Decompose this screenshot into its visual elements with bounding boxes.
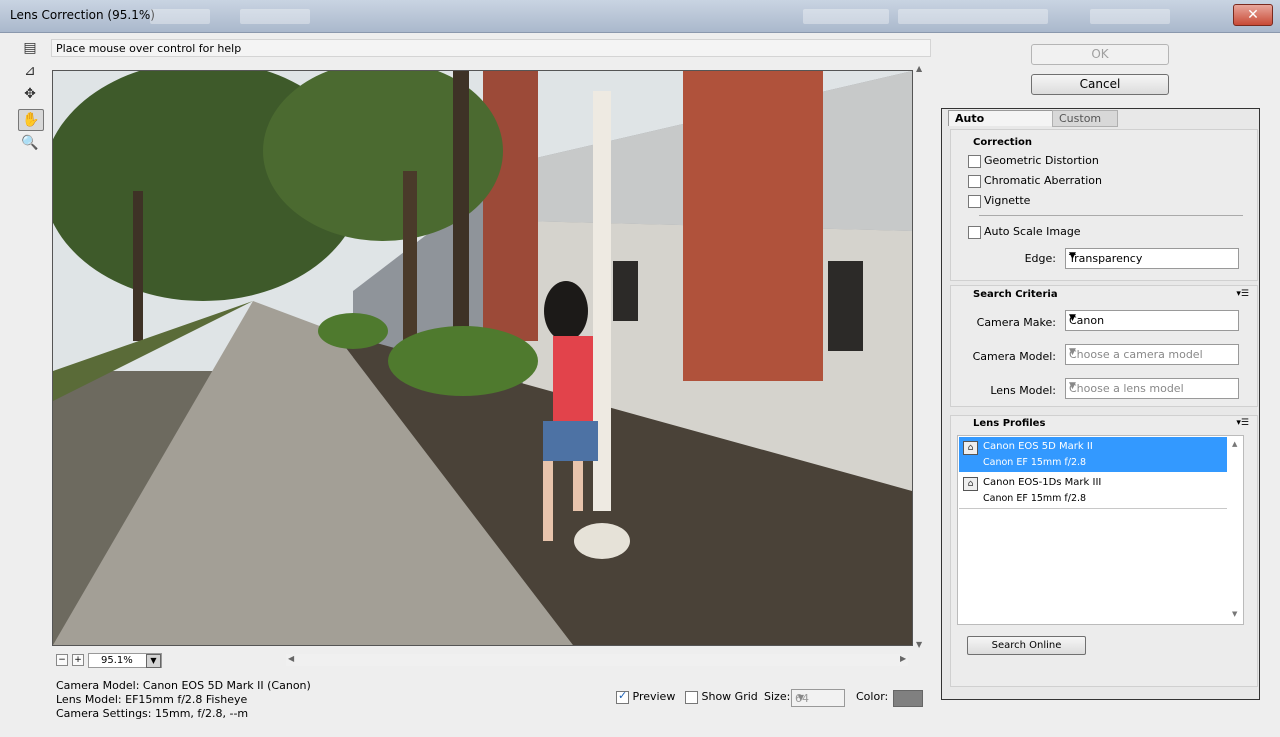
tab-auto-correction[interactable]: Auto Correction [948,110,1056,140]
chevron-down-icon[interactable]: ▼ [1069,251,1235,261]
zoom-out-button[interactable]: − [56,654,68,666]
checkbox[interactable] [968,225,981,239]
move-grid-icon[interactable]: ✥ [18,84,42,104]
edge-select[interactable]: Transparency ▼ [1065,248,1239,269]
cancel-button[interactable]: Cancel [1031,74,1169,95]
chromatic-aberration-label: Chromatic Aberration [984,174,1102,187]
preview-checkbox[interactable]: Preview [616,689,676,704]
grid-size-field[interactable]: 64 ▼ [791,689,845,707]
camera-model-label: Camera Model: [972,350,1056,363]
scroll-left-icon[interactable]: ◀ [288,654,294,663]
close-icon: ✕ [1247,7,1259,23]
lens-model-label: Lens Model: [990,384,1056,397]
preview-label: Preview [632,690,676,703]
chevron-down-icon[interactable]: ▼ [1069,347,1235,357]
list-item[interactable]: ⌂ Canon EOS 5D Mark II Canon EF 15mm f/2… [959,437,1227,472]
grid-color-label: Color: [856,690,889,703]
correction-panel: Auto Correction Custom Correction Geomet… [941,108,1260,700]
chevron-down-icon[interactable]: ▼ [1069,313,1235,323]
lens-profiles-title: Lens Profiles [973,418,1046,429]
auto-scale-checkbox[interactable]: Auto Scale Image [968,225,1081,239]
lens-profile-list[interactable]: ⌂ Canon EOS 5D Mark II Canon EF 15mm f/2… [957,435,1244,625]
show-grid-checkbox[interactable]: Show Grid [685,690,758,704]
lens-model-select[interactable]: Choose a lens model ▼ [1065,378,1239,399]
chromatic-aberration-checkbox[interactable]: Chromatic Aberration [968,174,1102,188]
chevron-down-icon[interactable]: ▼ [1069,381,1235,391]
camera-model-select[interactable]: Choose a camera model ▼ [1065,344,1239,365]
background-toolbar-ghost [240,9,310,24]
chevron-down-icon[interactable]: ▼ [795,691,807,705]
show-grid-label: Show Grid [701,690,758,703]
help-bar: Place mouse over control for help [51,39,931,57]
profile-camera: Canon EOS 5D Mark II [983,441,1093,452]
scroll-down-icon[interactable]: ▼ [1232,610,1237,618]
scroll-right-icon[interactable]: ▶ [900,654,906,663]
close-button[interactable]: ✕ [1233,4,1273,26]
preview-horizontal-scrollbar[interactable]: ◀ ▶ [286,654,908,666]
camera-make-label: Camera Make: [976,316,1056,329]
correction-section: Correction Geometric Distortion Chromati… [950,129,1258,281]
vignette-checkbox[interactable]: Vignette [968,194,1030,208]
panel-menu-icon[interactable]: ▾☰ [1236,418,1249,428]
camera-model-text: Camera Model: Canon EOS 5D Mark II (Cano… [56,679,311,692]
checkbox-checked[interactable] [616,689,629,704]
grid-size-label: Size: [764,690,791,703]
profile-lens: Canon EF 15mm f/2.8 [983,493,1087,504]
zoom-level-value: 95.1% [101,655,133,666]
background-toolbar-ghost [803,9,889,24]
checkbox[interactable] [968,194,981,208]
home-icon: ⌂ [963,477,978,491]
geometric-distortion-label: Geometric Distortion [984,154,1099,167]
preview-photo [53,71,912,645]
help-text: Place mouse over control for help [56,42,242,55]
ok-button[interactable]: OK [1031,44,1169,65]
search-online-button[interactable]: Search Online [967,636,1086,655]
panel-menu-icon[interactable]: ▾☰ [1236,289,1249,299]
grid-color-swatch[interactable] [893,690,923,707]
profile-camera: Canon EOS-1Ds Mark III [983,477,1102,488]
vignette-label: Vignette [984,194,1031,207]
scroll-down-icon[interactable]: ▼ [916,640,922,649]
checkbox[interactable] [968,154,981,168]
hand-icon[interactable]: ✋ [18,109,44,131]
background-toolbar-ghost [898,9,1048,24]
edge-label: Edge: [1024,252,1056,265]
lens-list-scrollbar[interactable]: ▲ ▼ [1230,436,1242,624]
scroll-up-icon[interactable]: ▲ [916,64,922,73]
title-bar: Lens Correction (95.1%) ✕ [0,0,1280,33]
scroll-up-icon[interactable]: ▲ [1232,440,1237,448]
straighten-icon[interactable]: ⊿ [18,61,42,81]
lens-model-text: Lens Model: EF15mm f/2.8 Fisheye [56,693,248,706]
search-criteria-title: Search Criteria [973,289,1058,300]
tab-custom[interactable]: Custom [1052,110,1118,127]
background-toolbar-ghost [150,9,210,24]
list-item[interactable]: ⌂ Canon EOS-1Ds Mark III Canon EF 15mm f… [959,473,1227,509]
geometric-distortion-checkbox[interactable]: Geometric Distortion [968,154,1099,168]
background-toolbar-ghost [1090,9,1170,24]
preview-vertical-scrollbar[interactable]: ▲ ▼ [913,62,929,652]
checkbox[interactable] [685,690,698,704]
home-icon: ⌂ [963,441,978,455]
checkbox[interactable] [968,174,981,188]
correction-title: Correction [973,137,1032,148]
separator [979,215,1243,216]
zoom-icon[interactable]: 🔍 [18,133,42,153]
window-title: Lens Correction (95.1%) [10,8,155,22]
zoom-in-button[interactable]: + [72,654,84,666]
camera-info: Camera Model: Canon EOS 5D Mark II (Cano… [56,679,311,721]
chevron-down-icon[interactable]: ▼ [146,654,161,668]
camera-settings-text: Camera Settings: 15mm, f/2.8, --m [56,707,249,720]
image-preview[interactable] [52,70,913,646]
profile-lens: Canon EF 15mm f/2.8 [983,457,1087,468]
camera-make-select[interactable]: Canon ▼ [1065,310,1239,331]
zoom-bar: − + 95.1% ▼ ◀ ▶ [51,652,911,668]
remove-distortion-icon[interactable]: ▤ [18,38,42,58]
auto-scale-label: Auto Scale Image [984,225,1081,238]
search-criteria-section: Search Criteria ▾☰ Camera Make: Canon ▼ … [950,285,1258,407]
